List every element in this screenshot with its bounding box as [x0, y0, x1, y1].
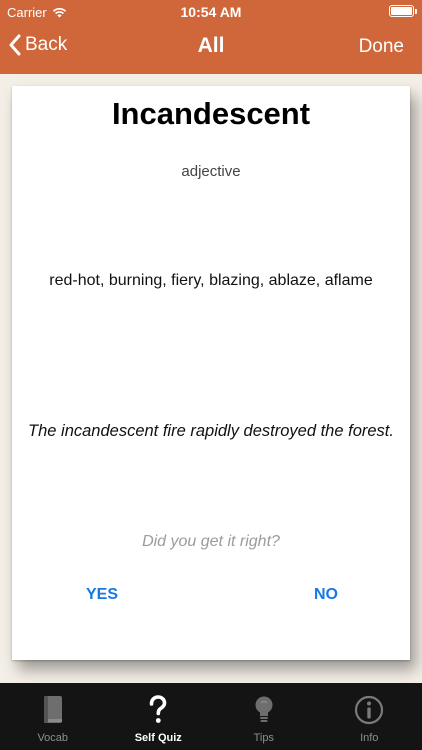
- done-button[interactable]: Done: [359, 36, 404, 58]
- tab-info[interactable]: Info: [317, 683, 422, 750]
- synonyms: red-hot, burning, fiery, blazing, ablaze…: [49, 272, 373, 289]
- part-of-speech: adjective: [181, 163, 241, 180]
- tab-self-quiz[interactable]: Self Quiz: [106, 683, 212, 750]
- tab-label: Info: [360, 732, 379, 744]
- status-time: 10:54 AM: [180, 4, 242, 20]
- lightbulb-icon: [255, 696, 273, 722]
- flashcard: Incandescent adjective red-hot, burning,…: [12, 86, 410, 660]
- example-sentence: The incandescent fire rapidly destroyed …: [28, 422, 394, 440]
- status-bar: Carrier 10:54 AM: [0, 0, 422, 24]
- no-button[interactable]: NO: [314, 586, 338, 604]
- tab-bar: Vocab Self Quiz Tips Info: [0, 683, 422, 750]
- yes-button[interactable]: YES: [86, 586, 118, 604]
- vocab-word: Incandescent: [111, 96, 311, 131]
- tab-vocab[interactable]: Vocab: [0, 683, 106, 750]
- status-right: [389, 5, 417, 17]
- book-icon: [43, 696, 62, 723]
- quiz-question: Did you get it right?: [142, 533, 280, 550]
- info-icon: [355, 695, 384, 725]
- battery-icon: [389, 5, 417, 17]
- tab-label: Vocab: [37, 732, 69, 744]
- header: Carrier 10:54 AM Back All Done: [0, 0, 422, 74]
- tab-label: Tips: [253, 732, 274, 744]
- tab-label: Self Quiz: [134, 732, 182, 744]
- navigation-bar: Back All Done: [0, 24, 422, 74]
- tab-tips[interactable]: Tips: [211, 683, 317, 750]
- question-mark-icon: [149, 695, 167, 723]
